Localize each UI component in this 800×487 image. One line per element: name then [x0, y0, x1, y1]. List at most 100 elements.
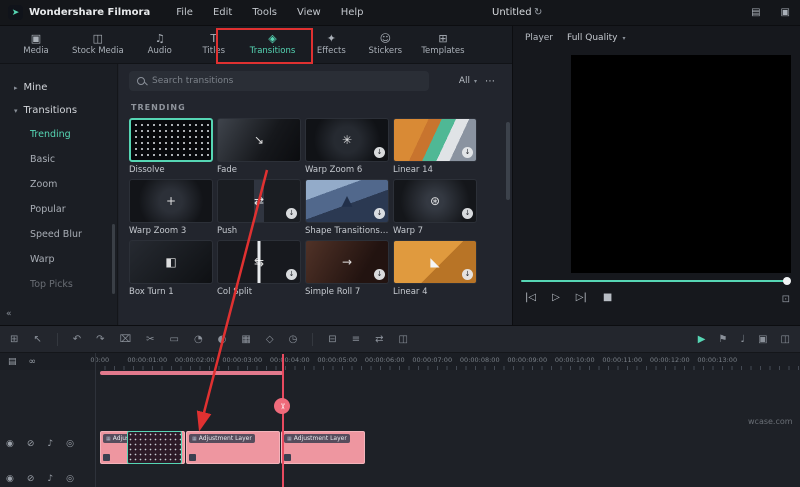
delete-icon[interactable]: ⌧ — [120, 334, 132, 345]
transition-card-box-turn-1: ◧ Box Turn 1 — [129, 240, 214, 297]
chevron-right-icon: ▸ — [14, 83, 18, 92]
sidebar-item-speed-blur[interactable]: Speed Blur — [0, 222, 117, 247]
link-icon[interactable]: ∞ — [29, 357, 37, 367]
tab-stickers[interactable]: ☺ Stickers — [363, 33, 407, 56]
undo-icon[interactable]: ↶ — [73, 334, 81, 345]
mask-icon[interactable]: ▦ — [241, 334, 250, 345]
playback-scrubber[interactable] — [521, 277, 791, 285]
transition-thumb-linear-14[interactable]: ↓ — [393, 118, 477, 162]
search-box[interactable] — [129, 71, 429, 91]
transition-thumb-push[interactable]: ⇄ ↓ — [217, 179, 301, 223]
tab-effects[interactable]: ✦ Effects — [309, 33, 353, 56]
menu-tools[interactable]: Tools — [252, 7, 277, 18]
select-tool-icon[interactable]: ↖ — [33, 334, 41, 345]
reorder-icon[interactable]: ⇄ — [375, 334, 383, 345]
clip-adjustment-layer-3[interactable]: ▦ Adjustment Layer — [281, 431, 365, 464]
previous-frame-button[interactable]: |◁ — [525, 292, 536, 303]
tab-audio[interactable]: ♫ Audio — [138, 33, 182, 56]
track-header-top: ▤ ∞ — [8, 357, 36, 367]
sidebar-item-warp[interactable]: Warp — [0, 247, 117, 272]
sidebar-scrollbar[interactable] — [112, 224, 115, 294]
stop-button[interactable]: ■ — [603, 292, 612, 303]
sync-icon[interactable]: ↻ — [534, 7, 542, 18]
menu-items: File Edit Tools View Help — [176, 7, 363, 18]
transition-name: Box Turn 1 — [129, 287, 174, 297]
search-input[interactable] — [152, 76, 421, 86]
sidebar-group-transitions[interactable]: ▾ Transitions — [0, 99, 117, 122]
menu-view[interactable]: View — [297, 7, 321, 18]
sidebar-item-top-picks[interactable]: Top Picks — [0, 272, 117, 297]
adjustment-icon: ▦ — [106, 435, 111, 442]
screen-layout-icon[interactable]: ▣ — [781, 7, 790, 18]
crop-icon[interactable]: ▭ — [169, 334, 178, 345]
tab-media[interactable]: ▣ Media — [14, 33, 58, 56]
keyframe-icon[interactable]: ◇ — [266, 334, 274, 345]
tab-titles[interactable]: T Titles — [192, 33, 236, 56]
properties-icon[interactable]: ⊟ — [328, 334, 336, 345]
sidebar-item-zoom[interactable]: Zoom — [0, 172, 117, 197]
grid-scrollbar[interactable] — [506, 122, 510, 200]
split-playhead-button[interactable]: ✂ — [274, 398, 290, 414]
color-icon[interactable]: ◐ — [218, 334, 227, 345]
transition-thumb-warp-zoom-6[interactable]: ✳ ↓ — [305, 118, 389, 162]
tab-stock-media[interactable]: ◫ Stock Media — [68, 33, 128, 56]
track-area — [0, 370, 800, 487]
sidebar-item-trending[interactable]: Trending — [0, 122, 117, 147]
visibility-icon[interactable]: ◎ — [66, 474, 74, 484]
applied-dissolve-transition[interactable] — [127, 431, 182, 464]
more-options-button[interactable]: ⋯ — [485, 76, 496, 87]
media-track-icon[interactable]: ▤ — [8, 357, 17, 367]
screen-record-icon[interactable]: ▣ — [758, 334, 767, 345]
group-label: Transitions — [23, 105, 78, 116]
mute-icon[interactable]: ♪ — [47, 474, 53, 484]
filter-dropdown[interactable]: All ▾ — [459, 76, 477, 86]
transition-thumb-box-turn-1[interactable]: ◧ — [129, 240, 213, 284]
voiceover-icon[interactable]: ♩ — [740, 334, 745, 345]
transition-thumb-fade[interactable]: ↘ — [217, 118, 301, 162]
panel-layout-icon[interactable]: ▤ — [751, 7, 760, 18]
tab-transitions[interactable]: ◈ Transitions — [246, 33, 300, 56]
playhead[interactable] — [282, 354, 284, 487]
track-record-icon[interactable]: ◉ — [6, 439, 14, 449]
quality-dropdown[interactable]: Full Quality ▾ — [567, 33, 625, 43]
timer-icon[interactable]: ◷ — [289, 334, 298, 345]
tracks-icon[interactable]: ◫ — [398, 334, 407, 345]
transition-thumb-shape-pack[interactable]: ▲ ↓ — [305, 179, 389, 223]
clip-adjustment-layer-2[interactable]: ▦ Adjustment Layer — [186, 431, 280, 464]
transition-thumb-linear-4[interactable]: ◣ ↓ — [393, 240, 477, 284]
transition-thumb-simple-roll-7[interactable]: → ↓ — [305, 240, 389, 284]
app-title: Wondershare Filmora — [29, 7, 151, 18]
menu-file[interactable]: File — [176, 7, 193, 18]
collapse-sidebar-button[interactable]: « — [6, 309, 12, 319]
scrubber-handle[interactable] — [783, 277, 791, 285]
snap-icon[interactable]: ⊞ — [10, 334, 18, 345]
download-icon: ↓ — [462, 269, 473, 280]
redo-icon[interactable]: ↷ — [96, 334, 104, 345]
triangle-pattern: ◣ — [430, 255, 440, 269]
mixer-icon[interactable]: ≡ — [352, 334, 360, 345]
transition-thumb-warp-7[interactable]: ⊛ ↓ — [393, 179, 477, 223]
transition-name: Warp 7 — [393, 226, 424, 236]
lock-icon[interactable]: ⊘ — [27, 474, 35, 484]
mute-icon[interactable]: ♪ — [47, 439, 53, 449]
split-icon[interactable]: ✂ — [146, 334, 154, 345]
transition-thumb-col-split[interactable]: ⇆ ↓ — [217, 240, 301, 284]
next-frame-button[interactable]: ▷| — [576, 292, 587, 303]
marker-icon[interactable]: ⚑ — [718, 334, 727, 345]
sidebar-item-popular[interactable]: Popular — [0, 197, 117, 222]
track-manager-icon[interactable]: ◫ — [781, 334, 790, 345]
menu-edit[interactable]: Edit — [213, 7, 232, 18]
track-record-icon[interactable]: ◉ — [6, 474, 14, 484]
render-preview-icon[interactable]: ▶ — [698, 334, 706, 345]
menu-help[interactable]: Help — [341, 7, 364, 18]
visibility-icon[interactable]: ◎ — [66, 439, 74, 449]
speed-icon[interactable]: ◔ — [194, 334, 203, 345]
play-button[interactable]: ▷ — [552, 292, 560, 303]
transition-thumb-dissolve[interactable] — [129, 118, 213, 162]
transition-thumb-warp-zoom-3[interactable]: + — [129, 179, 213, 223]
sidebar-group-mine[interactable]: ▸ Mine — [0, 76, 117, 99]
fullscreen-icon[interactable]: ⊡ — [782, 294, 790, 305]
lock-icon[interactable]: ⊘ — [27, 439, 35, 449]
sidebar-item-basic[interactable]: Basic — [0, 147, 117, 172]
tab-templates[interactable]: ⊞ Templates — [417, 33, 468, 56]
